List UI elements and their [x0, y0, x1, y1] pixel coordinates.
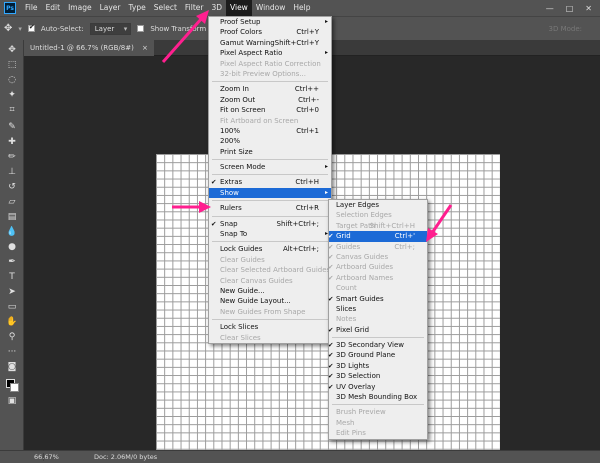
- annotation-arrows: [161, 10, 453, 242]
- arrow-to-view-menu-icon: [161, 10, 209, 63]
- arrow-to-grid-item-icon: [426, 204, 453, 242]
- arrow-to-show-item-icon: [172, 201, 211, 213]
